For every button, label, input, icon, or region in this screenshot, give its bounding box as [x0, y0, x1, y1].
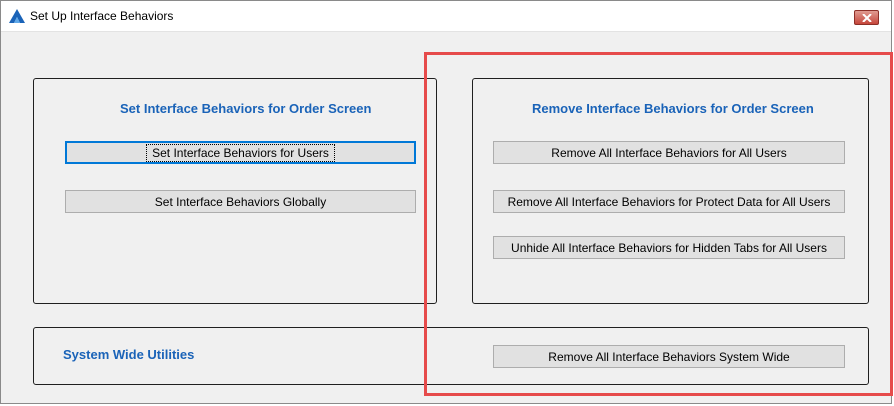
system-wide-group-title: System Wide Utilities	[63, 347, 195, 362]
remove-behaviors-group-title: Remove Interface Behaviors for Order Scr…	[532, 101, 814, 116]
remove-protect-data-button[interactable]: Remove All Interface Behaviors for Prote…	[493, 190, 845, 213]
unhide-hidden-tabs-label: Unhide All Interface Behaviors for Hidde…	[511, 240, 827, 255]
order-screen-group-title: Set Interface Behaviors for Order Screen	[120, 101, 372, 116]
remove-all-for-all-users-label: Remove All Interface Behaviors for All U…	[551, 145, 787, 160]
set-behaviors-globally-label: Set Interface Behaviors Globally	[154, 194, 327, 209]
set-behaviors-globally-button[interactable]: Set Interface Behaviors Globally	[65, 190, 416, 213]
close-button[interactable]	[854, 10, 879, 25]
remove-all-for-all-users-button[interactable]: Remove All Interface Behaviors for All U…	[493, 141, 845, 164]
app-icon	[9, 9, 25, 23]
remove-system-wide-label: Remove All Interface Behaviors System Wi…	[548, 349, 790, 364]
remove-protect-data-label: Remove All Interface Behaviors for Prote…	[507, 194, 831, 209]
set-behaviors-for-users-label: Set Interface Behaviors for Users	[146, 143, 335, 162]
unhide-hidden-tabs-button[interactable]: Unhide All Interface Behaviors for Hidde…	[493, 236, 845, 259]
title-bar[interactable]: Set Up Interface Behaviors	[1, 1, 891, 32]
close-icon	[862, 14, 872, 22]
set-behaviors-for-users-button[interactable]: Set Interface Behaviors for Users	[65, 141, 416, 164]
window-title: Set Up Interface Behaviors	[30, 9, 174, 23]
remove-system-wide-button[interactable]: Remove All Interface Behaviors System Wi…	[493, 345, 845, 368]
dialog-window: Set Up Interface Behaviors Set Interface…	[0, 0, 892, 404]
